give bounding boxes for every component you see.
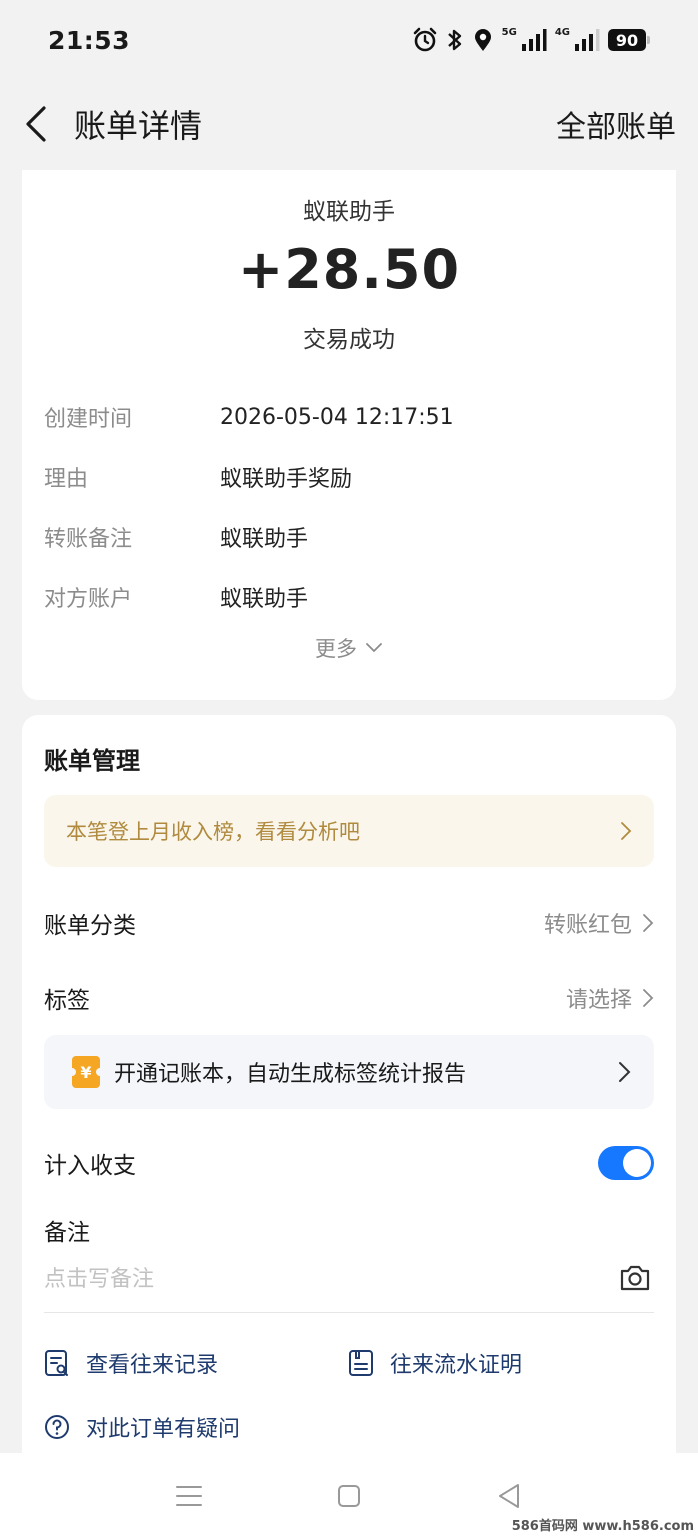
info-value: 蚁联助手奖励 bbox=[220, 467, 353, 492]
header: 账单详情 全部账单 bbox=[0, 88, 698, 160]
management-title: 账单管理 bbox=[44, 747, 140, 775]
payee-name: 蚁联助手 bbox=[303, 199, 395, 225]
all-bills-link[interactable]: 全部账单 bbox=[556, 102, 676, 146]
status-time: 21:53 bbox=[48, 25, 131, 55]
status-bar: 21:53 5G 4G 90 bbox=[0, 0, 698, 80]
bill-management-card: 账单管理 本笔登上月收入榜，看看分析吧 账单分类 转账红包 标签 请选择 ¥ 开… bbox=[22, 715, 676, 1475]
location-icon bbox=[474, 29, 491, 51]
ticket-icon: ¥ bbox=[68, 1056, 104, 1088]
info-value: 蚁联助手 bbox=[220, 587, 309, 612]
page-title: 账单详情 bbox=[74, 107, 203, 145]
count-in-label: 计入收支 bbox=[44, 1153, 136, 1179]
info-value: 蚁联助手 bbox=[220, 527, 309, 552]
tags-value-wrap: 请选择 bbox=[566, 982, 654, 1014]
view-history-label: 查看往来记录 bbox=[86, 1353, 219, 1378]
count-in-toggle[interactable] bbox=[598, 1146, 654, 1180]
category-value-wrap: 转账红包 bbox=[544, 907, 654, 939]
bill-category-row[interactable]: 账单分类 转账红包 bbox=[44, 903, 654, 943]
signal-icon bbox=[575, 29, 600, 51]
order-question-label: 对此订单有疑问 bbox=[86, 1417, 241, 1442]
info-row-created-time: 创建时间 2026-05-04 12:17:51 bbox=[44, 400, 654, 434]
order-question-link[interactable]: 对此订单有疑问 bbox=[44, 1411, 240, 1443]
info-label: 对方账户 bbox=[44, 587, 133, 612]
bill-detail-card: 蚁联助手 +28.50 交易成功 创建时间 2026-05-04 12:17:5… bbox=[22, 170, 676, 700]
watermark: 586首码网 www.h586.com bbox=[511, 1519, 694, 1534]
record-list-icon bbox=[45, 1350, 68, 1376]
tags-value: 请选择 bbox=[565, 988, 632, 1013]
category-label: 账单分类 bbox=[44, 913, 136, 939]
back-icon[interactable] bbox=[22, 104, 50, 144]
transaction-amount: +28.50 bbox=[237, 238, 461, 301]
back-triangle-icon[interactable] bbox=[489, 1476, 529, 1516]
promo-text: 开通记账本，自动生成标签统计报告 bbox=[114, 1062, 467, 1087]
promo-left: ¥ 开通记账本，自动生成标签统计报告 bbox=[68, 1056, 467, 1088]
menu-icon[interactable] bbox=[169, 1476, 209, 1516]
transaction-proof-label: 往来流水证明 bbox=[390, 1353, 523, 1378]
info-row-counterparty: 对方账户 蚁联助手 bbox=[44, 580, 654, 614]
network-4g-label: 4G bbox=[554, 27, 570, 38]
chevron-right-icon bbox=[643, 914, 654, 932]
info-label: 转账备注 bbox=[44, 527, 133, 552]
view-history-link[interactable]: 查看往来记录 bbox=[44, 1347, 218, 1379]
income-rank-banner[interactable]: 本笔登上月收入榜，看看分析吧 bbox=[44, 795, 654, 867]
camera-icon[interactable] bbox=[618, 1261, 652, 1295]
note-input[interactable] bbox=[44, 1261, 614, 1297]
chevron-down-icon bbox=[366, 643, 382, 653]
more-button[interactable]: 更多 bbox=[22, 633, 676, 663]
tags-label: 标签 bbox=[44, 988, 90, 1014]
info-label: 理由 bbox=[44, 467, 89, 492]
battery-level: 90 bbox=[608, 29, 646, 51]
info-row-reason: 理由 蚁联助手奖励 bbox=[44, 460, 654, 494]
bookkeeping-promo-banner[interactable]: ¥ 开通记账本，自动生成标签统计报告 bbox=[44, 1035, 654, 1109]
count-in-row: 计入收支 bbox=[44, 1143, 654, 1183]
info-value: 2026-05-04 12:17:51 bbox=[220, 404, 454, 430]
question-icon bbox=[45, 1415, 69, 1439]
document-proof-icon bbox=[349, 1350, 373, 1376]
bluetooth-icon bbox=[447, 29, 461, 51]
home-icon[interactable] bbox=[329, 1476, 369, 1516]
signal-icon bbox=[521, 29, 547, 51]
more-label: 更多 bbox=[315, 637, 357, 661]
divider bbox=[44, 1312, 654, 1313]
status-icons: 5G 4G 90 bbox=[412, 27, 650, 53]
category-value: 转账红包 bbox=[543, 913, 632, 938]
transaction-status: 交易成功 bbox=[303, 327, 395, 353]
transaction-proof-link[interactable]: 往来流水证明 bbox=[348, 1347, 522, 1379]
battery-icon: 90 bbox=[608, 29, 650, 51]
chevron-right-icon bbox=[621, 822, 632, 840]
chevron-right-icon bbox=[643, 989, 654, 1007]
info-row-transfer-note: 转账备注 蚁联助手 bbox=[44, 520, 654, 554]
info-label: 创建时间 bbox=[44, 407, 133, 432]
network-5g-label: 5G bbox=[501, 27, 517, 38]
note-label: 备注 bbox=[44, 1220, 90, 1246]
rank-banner-text: 本笔登上月收入榜，看看分析吧 bbox=[66, 820, 360, 844]
alarm-icon bbox=[413, 27, 436, 52]
header-left: 账单详情 bbox=[22, 101, 202, 147]
tags-row[interactable]: 标签 请选择 bbox=[44, 978, 654, 1018]
chevron-right-icon bbox=[619, 1062, 631, 1082]
